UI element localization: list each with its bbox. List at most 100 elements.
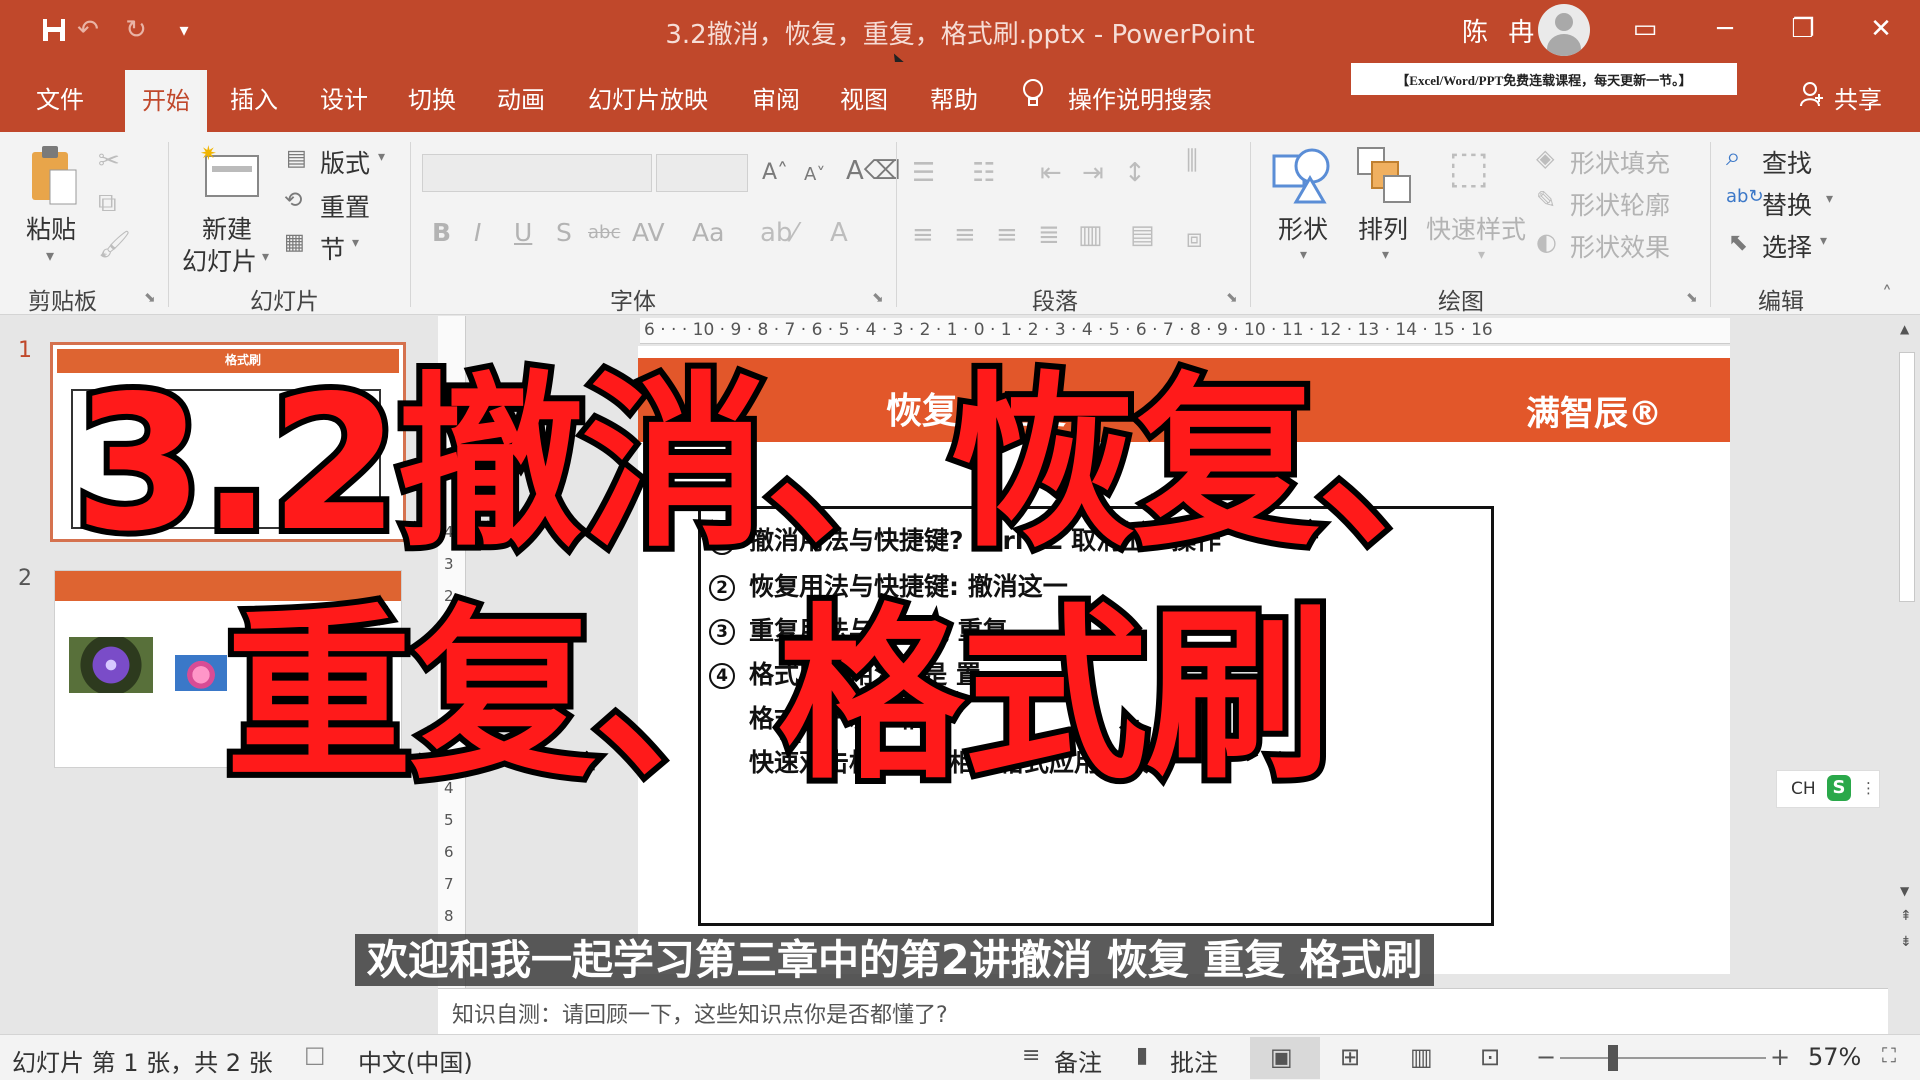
layout-dropdown-icon[interactable]: ▾	[378, 150, 385, 164]
zoom-slider-thumb[interactable]	[1608, 1045, 1618, 1071]
tab-design[interactable]: 设计	[320, 80, 368, 115]
normal-view-icon[interactable]: ▣	[1270, 1043, 1293, 1071]
zoom-level[interactable]: 57%	[1808, 1043, 1861, 1071]
tab-insert[interactable]: 插入	[230, 80, 278, 115]
spell-check-icon[interactable]: ☐	[304, 1043, 326, 1071]
tab-review[interactable]: 审阅	[752, 80, 800, 115]
tab-help[interactable]: 帮助	[930, 80, 978, 115]
new-slide-icon[interactable]: ✷	[198, 141, 262, 207]
shape-fill-icon[interactable]: ◈	[1536, 146, 1554, 170]
slideshow-view-icon[interactable]: ⊡	[1480, 1043, 1500, 1071]
reset-icon[interactable]: ⟲	[284, 190, 302, 212]
format-painter-icon[interactable]: 🖌	[98, 232, 131, 258]
smartart-icon[interactable]: ⧈	[1186, 226, 1203, 252]
tab-transitions[interactable]: 切换	[408, 80, 456, 115]
slide-sorter-icon[interactable]: ⊞	[1340, 1043, 1360, 1071]
layout-icon[interactable]: ▤	[286, 148, 307, 170]
shape-effects-icon[interactable]: ◐	[1536, 230, 1557, 254]
comments-button[interactable]: 批注	[1170, 1043, 1218, 1078]
shape-fill-button[interactable]: 形状填充	[1570, 144, 1670, 180]
font-color-icon[interactable]: A	[830, 220, 848, 246]
collapse-ribbon-icon[interactable]: ˄	[1882, 284, 1892, 304]
share-button[interactable]: 共享	[1834, 80, 1882, 115]
section-button[interactable]: 节	[320, 230, 345, 266]
shapes-icon[interactable]	[1270, 144, 1334, 211]
minimize-button[interactable]: ─	[1700, 8, 1750, 50]
share-user-icon[interactable]	[1798, 80, 1826, 114]
align-text-icon[interactable]: ▤	[1130, 222, 1155, 248]
scrollbar-thumb[interactable]	[1899, 352, 1915, 602]
scroll-up-icon[interactable]: ▲	[1900, 322, 1909, 336]
decrease-indent-icon[interactable]: ⇤	[1040, 160, 1062, 186]
increase-font-size-icon[interactable]: A˄	[762, 162, 788, 184]
arrange-dropdown-icon[interactable]: ▾	[1382, 248, 1389, 262]
font-size-combo[interactable]	[656, 154, 748, 192]
arrange-button[interactable]: 排列	[1358, 210, 1408, 246]
font-name-combo[interactable]	[422, 154, 652, 192]
reading-view-icon[interactable]: ▥	[1410, 1043, 1433, 1071]
avatar[interactable]	[1538, 4, 1590, 56]
bold-button[interactable]: B	[432, 218, 451, 247]
new-slide-button-line1[interactable]: 新建	[202, 210, 252, 246]
character-spacing-button[interactable]: AV	[632, 218, 665, 247]
fit-to-window-icon[interactable]: ⛶	[1882, 1043, 1896, 1067]
replace-dropdown-icon[interactable]: ▾	[1826, 192, 1833, 206]
tab-home[interactable]: 开始	[125, 70, 207, 132]
scroll-down-icon[interactable]: ▼	[1900, 884, 1909, 898]
zoom-out-button[interactable]: −	[1536, 1043, 1556, 1071]
new-slide-button-line2[interactable]: 幻灯片	[182, 242, 257, 278]
paste-dropdown-icon[interactable]: ▾	[46, 248, 54, 264]
increase-indent-icon[interactable]: ⇥	[1082, 160, 1104, 186]
restore-button[interactable]: ❐	[1778, 8, 1828, 50]
change-case-button[interactable]: Aa	[692, 218, 724, 247]
section-dropdown-icon[interactable]: ▾	[352, 236, 359, 250]
align-left-icon[interactable]: ≡	[912, 222, 934, 248]
copy-icon[interactable]: ⧉	[98, 190, 117, 216]
align-right-icon[interactable]: ≡	[996, 222, 1018, 248]
notes-button[interactable]: 备注	[1054, 1043, 1102, 1078]
zoom-slider-track[interactable]	[1560, 1057, 1766, 1059]
language-indicator[interactable]: 中文(中国)	[358, 1043, 473, 1078]
line-spacing-icon[interactable]: ↕	[1124, 160, 1146, 186]
decrease-font-size-icon[interactable]: A˅	[804, 166, 825, 184]
drawing-dialog-launcher-icon[interactable]: ⬊	[1686, 290, 1698, 306]
shape-outline-icon[interactable]: ✎	[1536, 188, 1556, 212]
lightbulb-icon[interactable]	[1020, 78, 1046, 114]
find-icon[interactable]: ⌕	[1726, 144, 1741, 170]
notes-pane[interactable]: 知识自测：请回顾一下，这些知识点你是否都懂了?	[438, 988, 1888, 1034]
select-cursor-icon[interactable]: ⬉	[1728, 230, 1748, 254]
underline-button[interactable]: U	[514, 218, 532, 247]
paste-icon[interactable]	[28, 144, 80, 213]
find-button[interactable]: 查找	[1762, 144, 1812, 180]
vertical-scrollbar[interactable]: ▲ ▼ ⇞ ⇟	[1894, 316, 1920, 1034]
section-icon[interactable]: ▦	[284, 232, 305, 254]
clear-formatting-icon[interactable]: A⌫	[846, 158, 901, 184]
cut-icon[interactable]: ✂	[98, 148, 120, 174]
replace-icon[interactable]: ab↻	[1726, 188, 1764, 206]
reset-button[interactable]: 重置	[320, 188, 370, 224]
tab-slideshow[interactable]: 幻灯片放映	[588, 80, 708, 115]
ime-toolbar[interactable]: CH S ⋮	[1776, 770, 1880, 808]
arrange-icon[interactable]	[1356, 146, 1412, 211]
tab-animations[interactable]: 动画	[497, 80, 545, 115]
previous-slide-icon[interactable]: ⇞	[1900, 908, 1912, 924]
quick-styles-icon[interactable]: ⬚	[1448, 146, 1490, 190]
paragraph-dialog-launcher-icon[interactable]: ⬊	[1226, 290, 1238, 306]
quick-styles-dropdown-icon[interactable]: ▾	[1478, 248, 1485, 262]
columns-icon[interactable]: ▥	[1078, 222, 1103, 248]
tab-file[interactable]: 文件	[36, 80, 84, 115]
select-dropdown-icon[interactable]: ▾	[1820, 234, 1827, 248]
numbering-icon[interactable]: ☷	[972, 160, 995, 186]
clipboard-dialog-launcher-icon[interactable]: ⬊	[144, 290, 156, 306]
user-name[interactable]: 陈 冉	[1462, 12, 1540, 49]
ime-menu-icon[interactable]: ⋮	[1861, 779, 1876, 797]
shape-effects-button[interactable]: 形状效果	[1570, 228, 1670, 264]
next-slide-icon[interactable]: ⇟	[1900, 934, 1912, 950]
new-slide-dropdown-icon[interactable]: ▾	[262, 250, 269, 264]
shape-outline-button[interactable]: 形状轮廓	[1570, 186, 1670, 222]
paste-button[interactable]: 粘贴	[26, 210, 76, 246]
text-highlight-icon[interactable]: ab⁄	[760, 220, 797, 246]
zoom-in-button[interactable]: +	[1770, 1043, 1790, 1071]
align-center-icon[interactable]: ≡	[954, 222, 976, 248]
text-shadow-button[interactable]: S	[556, 218, 572, 247]
